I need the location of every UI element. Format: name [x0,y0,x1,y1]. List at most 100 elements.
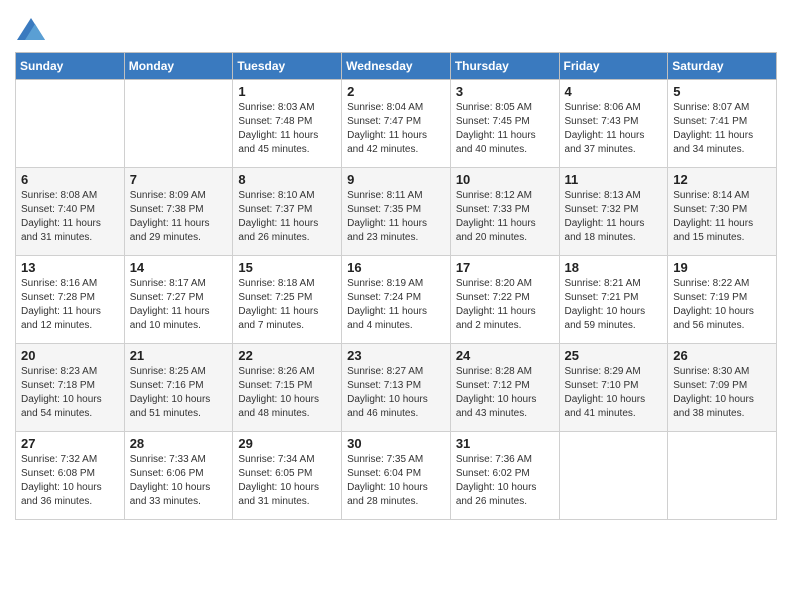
calendar-cell: 5 Sunrise: 8:07 AM Sunset: 7:41 PM Daylig… [668,80,777,168]
cell-info: Sunrise: 7:34 AM Sunset: 6:05 PM Dayligh… [238,453,336,509]
cell-info: Sunrise: 8:14 AM Sunset: 7:30 PM Dayligh… [673,189,771,245]
calendar-cell: 23 Sunrise: 8:27 AM Sunset: 7:13 PM Dayli… [342,344,451,432]
cell-info: Sunrise: 8:28 AM Sunset: 7:12 PM Dayligh… [456,365,554,421]
cell-info: Sunrise: 8:05 AM Sunset: 7:45 PM Dayligh… [456,101,554,157]
day-number: 7 [130,172,228,187]
cell-info: Sunrise: 8:25 AM Sunset: 7:16 PM Dayligh… [130,365,228,421]
day-number: 21 [130,348,228,363]
day-number: 10 [456,172,554,187]
weekday-header-monday: Monday [124,53,233,80]
calendar-body: 1Sunrise: 8:03 AM Sunset: 7:48 PM Daylig… [16,80,777,520]
day-number: 13 [21,260,119,275]
day-number: 29 [238,436,336,451]
weekday-header-wednesday: Wednesday [342,53,451,80]
cell-info: Sunrise: 8:19 AM Sunset: 7:24 PM Dayligh… [347,277,445,333]
day-number: 25 [565,348,663,363]
calendar-cell: 8 Sunrise: 8:10 AM Sunset: 7:37 PM Daylig… [233,168,342,256]
weekday-header-saturday: Saturday [668,53,777,80]
calendar-cell: 12 Sunrise: 8:14 AM Sunset: 7:30 PM Dayli… [668,168,777,256]
calendar-cell: 10Sunrise: 8:12 AM Sunset: 7:33 PM Dayli… [450,168,559,256]
calendar-cell: 17 Sunrise: 8:20 AM Sunset: 7:22 PM Dayli… [450,256,559,344]
day-number: 19 [673,260,771,275]
calendar-cell: 11Sunrise: 8:13 AM Sunset: 7:32 PM Dayli… [559,168,668,256]
calendar-cell [16,80,125,168]
logo-icon [15,16,47,44]
calendar-cell: 22 Sunrise: 8:26 AM Sunset: 7:15 PM Dayli… [233,344,342,432]
day-number: 23 [347,348,445,363]
weekday-header-sunday: Sunday [16,53,125,80]
calendar-cell [124,80,233,168]
day-number: 18 [565,260,663,275]
cell-info: Sunrise: 8:07 AM Sunset: 7:41 PM Dayligh… [673,101,771,157]
cell-info: Sunrise: 7:36 AM Sunset: 6:02 PM Dayligh… [456,453,554,509]
day-number: 24 [456,348,554,363]
cell-info: Sunrise: 8:18 AM Sunset: 7:25 PM Dayligh… [238,277,336,333]
calendar-cell: 3 Sunrise: 8:05 AM Sunset: 7:45 PM Daylig… [450,80,559,168]
page: SundayMondayTuesdayWednesdayThursdayFrid… [0,0,792,612]
cell-info: Sunrise: 8:10 AM Sunset: 7:37 PM Dayligh… [238,189,336,245]
weekday-header-friday: Friday [559,53,668,80]
calendar-week-row: 20 Sunrise: 8:23 AM Sunset: 7:18 PM Dayli… [16,344,777,432]
calendar-cell: 20 Sunrise: 8:23 AM Sunset: 7:18 PM Dayli… [16,344,125,432]
day-number: 30 [347,436,445,451]
calendar-week-row: 27 Sunrise: 7:32 AM Sunset: 6:08 PM Dayli… [16,432,777,520]
day-number: 27 [21,436,119,451]
header [15,10,777,44]
weekday-header-tuesday: Tuesday [233,53,342,80]
day-number: 8 [238,172,336,187]
calendar-header: SundayMondayTuesdayWednesdayThursdayFrid… [16,53,777,80]
calendar-cell: 16 Sunrise: 8:19 AM Sunset: 7:24 PM Dayli… [342,256,451,344]
calendar-cell: 29 Sunrise: 7:34 AM Sunset: 6:05 PM Dayli… [233,432,342,520]
cell-info: Sunrise: 8:21 AM Sunset: 7:21 PM Dayligh… [565,277,663,333]
cell-info: Sunrise: 8:29 AM Sunset: 7:10 PM Dayligh… [565,365,663,421]
cell-info: Sunrise: 8:16 AM Sunset: 7:28 PM Dayligh… [21,277,119,333]
day-number: 11 [565,172,663,187]
day-number: 17 [456,260,554,275]
calendar-cell: 24 Sunrise: 8:28 AM Sunset: 7:12 PM Dayli… [450,344,559,432]
calendar-cell: 27 Sunrise: 7:32 AM Sunset: 6:08 PM Dayli… [16,432,125,520]
cell-info: Sunrise: 8:20 AM Sunset: 7:22 PM Dayligh… [456,277,554,333]
day-number: 2 [347,84,445,99]
cell-info: Sunrise: 7:35 AM Sunset: 6:04 PM Dayligh… [347,453,445,509]
weekday-header-row: SundayMondayTuesdayWednesdayThursdayFrid… [16,53,777,80]
day-number: 9 [347,172,445,187]
calendar-cell: 13 Sunrise: 8:16 AM Sunset: 7:28 PM Dayli… [16,256,125,344]
day-number: 3 [456,84,554,99]
day-number: 4 [565,84,663,99]
calendar-week-row: 6 Sunrise: 8:08 AM Sunset: 7:40 PM Daylig… [16,168,777,256]
calendar-cell: 30 Sunrise: 7:35 AM Sunset: 6:04 PM Dayli… [342,432,451,520]
calendar-cell: 25 Sunrise: 8:29 AM Sunset: 7:10 PM Dayli… [559,344,668,432]
calendar-table: SundayMondayTuesdayWednesdayThursdayFrid… [15,52,777,520]
cell-info: Sunrise: 8:08 AM Sunset: 7:40 PM Dayligh… [21,189,119,245]
day-number: 5 [673,84,771,99]
cell-info: Sunrise: 8:04 AM Sunset: 7:47 PM Dayligh… [347,101,445,157]
calendar-cell: 7Sunrise: 8:09 AM Sunset: 7:38 PM Daylig… [124,168,233,256]
day-number: 15 [238,260,336,275]
cell-info: Sunrise: 8:11 AM Sunset: 7:35 PM Dayligh… [347,189,445,245]
cell-info: Sunrise: 7:32 AM Sunset: 6:08 PM Dayligh… [21,453,119,509]
calendar-cell: 31 Sunrise: 7:36 AM Sunset: 6:02 PM Dayli… [450,432,559,520]
day-number: 12 [673,172,771,187]
calendar-cell: 6 Sunrise: 8:08 AM Sunset: 7:40 PM Daylig… [16,168,125,256]
day-number: 1 [238,84,336,99]
calendar-cell: 15 Sunrise: 8:18 AM Sunset: 7:25 PM Dayli… [233,256,342,344]
cell-info: Sunrise: 8:17 AM Sunset: 7:27 PM Dayligh… [130,277,228,333]
calendar-cell [559,432,668,520]
day-number: 16 [347,260,445,275]
day-number: 22 [238,348,336,363]
calendar-week-row: 13 Sunrise: 8:16 AM Sunset: 7:28 PM Dayli… [16,256,777,344]
cell-info: Sunrise: 7:33 AM Sunset: 6:06 PM Dayligh… [130,453,228,509]
calendar-cell: 9 Sunrise: 8:11 AM Sunset: 7:35 PM Daylig… [342,168,451,256]
cell-info: Sunrise: 8:26 AM Sunset: 7:15 PM Dayligh… [238,365,336,421]
calendar-cell: 18 Sunrise: 8:21 AM Sunset: 7:21 PM Dayli… [559,256,668,344]
day-number: 6 [21,172,119,187]
calendar-week-row: 1Sunrise: 8:03 AM Sunset: 7:48 PM Daylig… [16,80,777,168]
cell-info: Sunrise: 8:06 AM Sunset: 7:43 PM Dayligh… [565,101,663,157]
cell-info: Sunrise: 8:27 AM Sunset: 7:13 PM Dayligh… [347,365,445,421]
cell-info: Sunrise: 8:23 AM Sunset: 7:18 PM Dayligh… [21,365,119,421]
day-number: 31 [456,436,554,451]
day-number: 28 [130,436,228,451]
day-number: 26 [673,348,771,363]
day-number: 20 [21,348,119,363]
day-number: 14 [130,260,228,275]
